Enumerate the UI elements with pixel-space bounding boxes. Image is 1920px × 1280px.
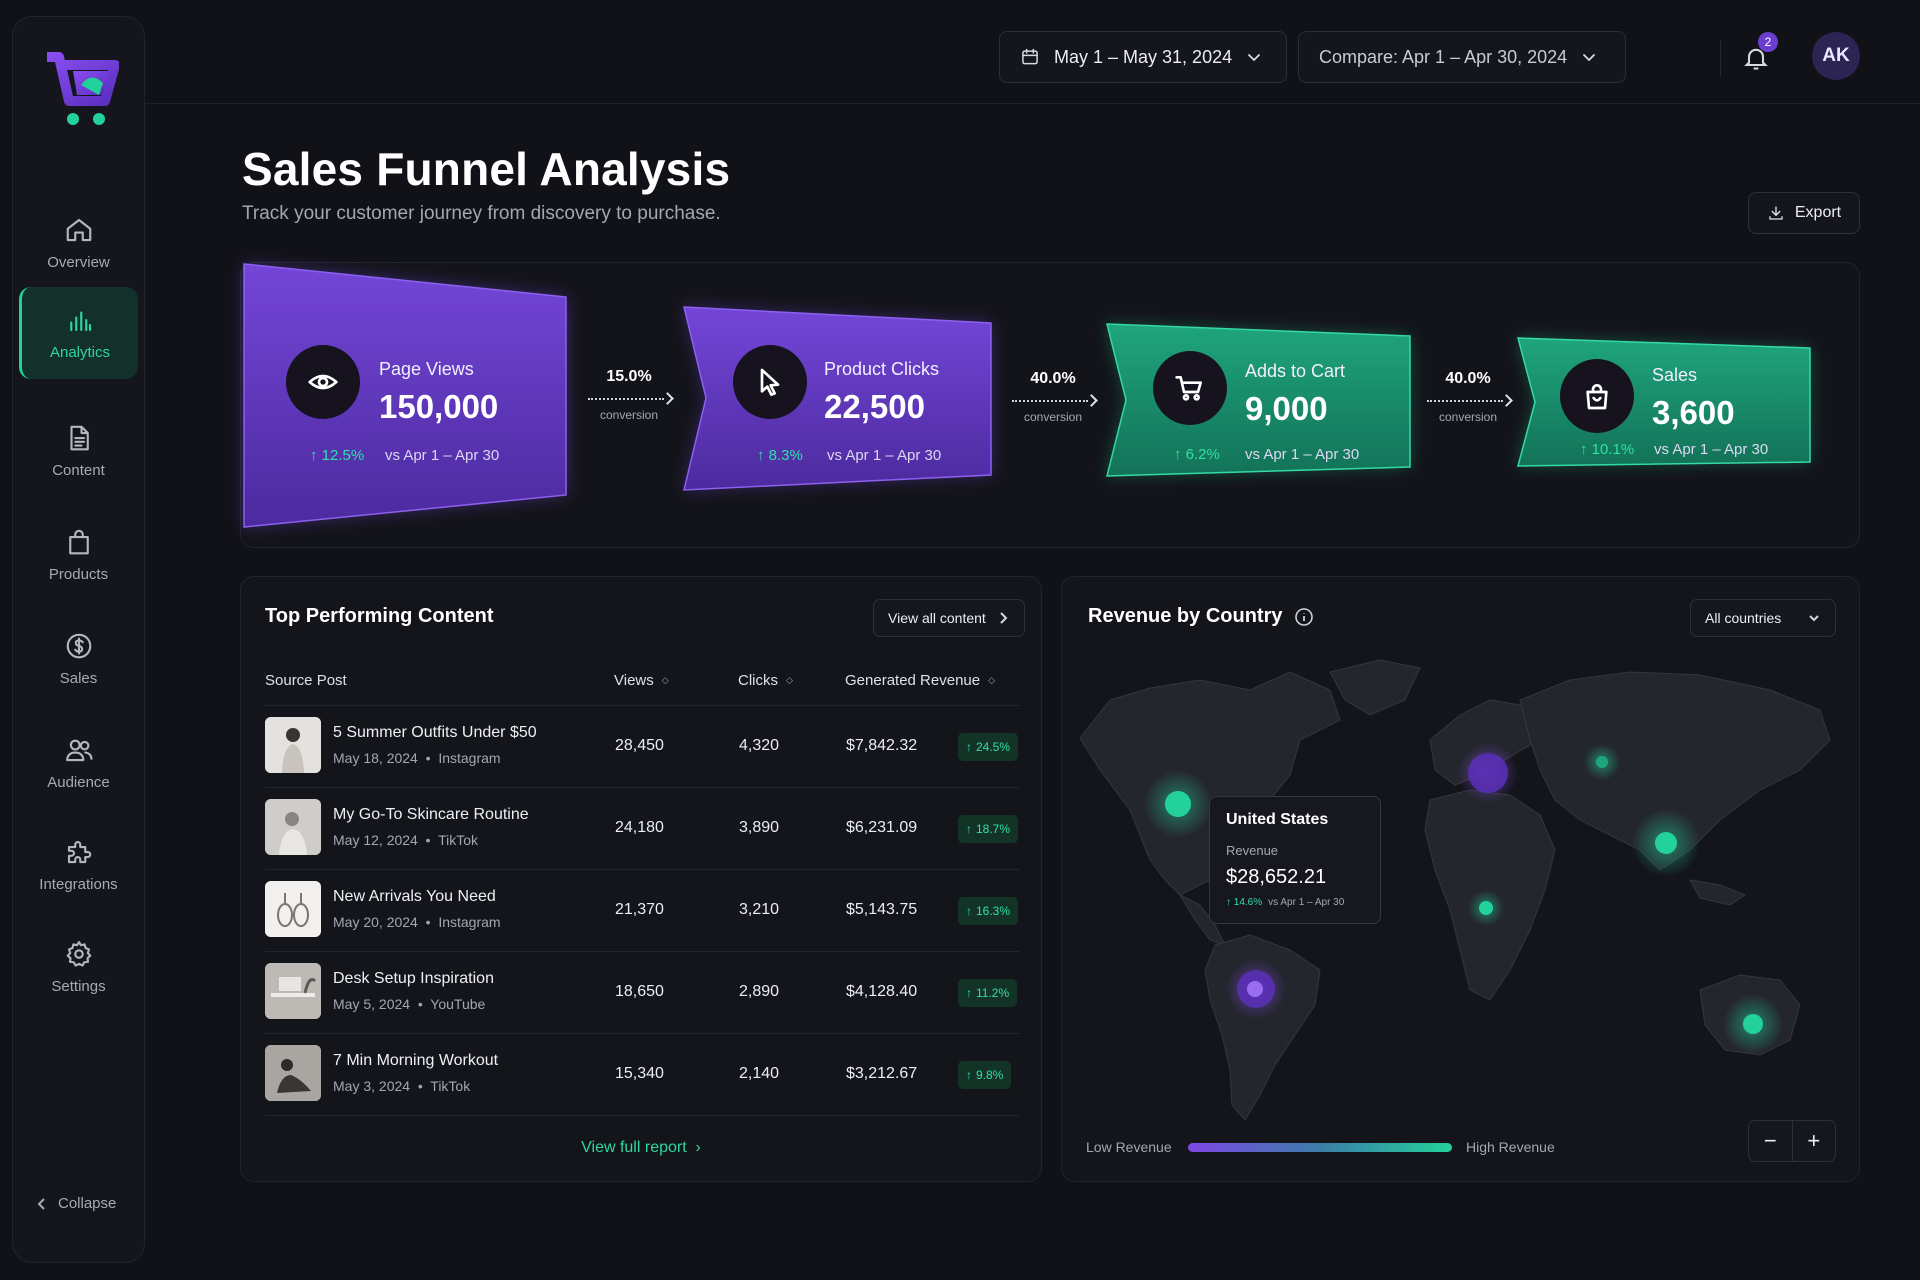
greenland-shape (1329, 659, 1421, 716)
tooltip-change: ↑ 14.6% vs Apr 1 – Apr 30 (1226, 897, 1345, 908)
map-zoom-controls: − + (1748, 1120, 1836, 1162)
legend-low-label: Low Revenue (1086, 1139, 1172, 1155)
zoom-out-button[interactable]: − (1749, 1121, 1793, 1161)
world-map[interactable] (0, 0, 1920, 1280)
map-marker-europe[interactable] (1468, 753, 1508, 793)
tooltip-country: United States (1226, 811, 1329, 828)
tooltip-value: $28,652.21 (1226, 866, 1327, 888)
map-marker-united-states[interactable] (1165, 791, 1191, 817)
islands-shape (1689, 879, 1747, 906)
zoom-in-button[interactable]: + (1793, 1121, 1836, 1161)
legend-gradient (1188, 1143, 1452, 1152)
map-tooltip: United States Revenue $28,652.21 ↑ 14.6%… (1209, 796, 1381, 924)
app-root: Overview Analytics Content Products Sale… (0, 0, 1920, 1280)
tooltip-label: Revenue (1226, 843, 1279, 858)
map-marker-australia[interactable] (1743, 1014, 1763, 1034)
map-marker-core (1247, 981, 1263, 997)
map-marker-russia[interactable] (1596, 756, 1608, 768)
legend-high-label: High Revenue (1466, 1139, 1555, 1155)
map-marker-africa[interactable] (1479, 901, 1493, 915)
map-marker-china[interactable] (1655, 832, 1677, 854)
